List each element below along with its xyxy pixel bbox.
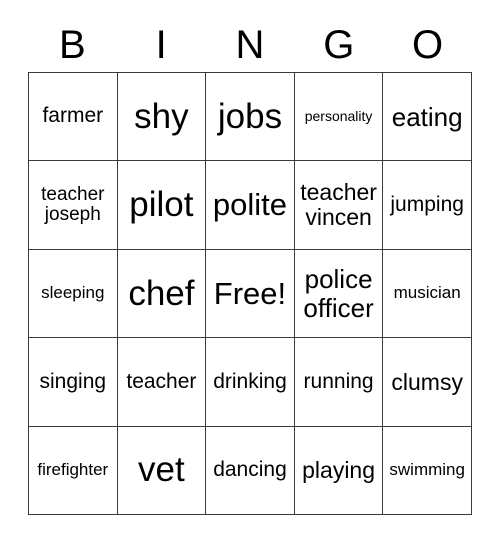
bingo-cell-o4[interactable]: clumsy bbox=[383, 338, 472, 427]
bingo-cell-label: dancing bbox=[213, 457, 287, 481]
bingo-cell-g4[interactable]: running bbox=[294, 338, 384, 427]
header-letter-g: G bbox=[323, 23, 355, 67]
bingo-cell-n1[interactable]: jobs bbox=[206, 73, 295, 162]
header-letter-b: B bbox=[59, 23, 86, 67]
bingo-cell-label: running bbox=[303, 369, 374, 393]
bingo-cell-label: teacher vincen bbox=[300, 179, 377, 231]
bingo-cell-i1[interactable]: shy bbox=[117, 73, 207, 162]
bingo-cell-b3[interactable]: sleeping bbox=[29, 249, 118, 339]
bingo-cell-g5[interactable]: playing bbox=[294, 426, 384, 516]
bingo-row: firefighter vet dancing playing swimming bbox=[29, 426, 472, 516]
bingo-cell-label: police officer bbox=[303, 264, 374, 323]
bingo-cell-label: pilot bbox=[129, 185, 194, 225]
bingo-cell-label: firefighter bbox=[37, 460, 109, 480]
bingo-cell-g2[interactable]: teacher vincen bbox=[294, 161, 384, 250]
bingo-cell-label: jobs bbox=[217, 96, 283, 136]
bingo-cell-n5[interactable]: dancing bbox=[206, 426, 295, 516]
bingo-cell-label: musician bbox=[393, 283, 461, 303]
bingo-cell-label: teacher joseph bbox=[41, 183, 105, 226]
bingo-cell-n4[interactable]: drinking bbox=[206, 338, 295, 427]
bingo-cell-b4[interactable]: singing bbox=[29, 338, 118, 427]
bingo-card: B I N G O farmer shy jobs personality ea… bbox=[0, 0, 500, 544]
bingo-cell-i3[interactable]: chef bbox=[117, 249, 207, 339]
bingo-cell-label: swimming bbox=[389, 460, 465, 480]
bingo-cell-b5[interactable]: firefighter bbox=[29, 426, 118, 516]
bingo-cell-o5[interactable]: swimming bbox=[383, 426, 472, 516]
bingo-cell-label: eating bbox=[391, 101, 463, 132]
bingo-row: teacher joseph pilot polite teacher vinc… bbox=[29, 161, 472, 250]
header-letter-n: N bbox=[235, 23, 265, 67]
bingo-cell-label: drinking bbox=[213, 369, 287, 393]
bingo-cell-i5[interactable]: vet bbox=[117, 426, 207, 516]
bingo-cell-label: vet bbox=[138, 450, 185, 490]
bingo-row: singing teacher drinking running clumsy bbox=[29, 338, 472, 427]
bingo-cell-o3[interactable]: musician bbox=[383, 249, 472, 339]
bingo-row: farmer shy jobs personality eating bbox=[29, 73, 472, 162]
bingo-cell-g3[interactable]: police officer bbox=[294, 249, 384, 339]
header-letter-o: O bbox=[412, 23, 444, 67]
free-space-label: Free! bbox=[213, 275, 287, 311]
bingo-grid: farmer shy jobs personality eating teach… bbox=[28, 72, 472, 516]
bingo-cell-label: shy bbox=[134, 96, 189, 136]
bingo-cell-n2[interactable]: polite bbox=[206, 161, 295, 250]
bingo-cell-label: teacher bbox=[126, 369, 197, 393]
bingo-cell-i2[interactable]: pilot bbox=[117, 161, 207, 250]
bingo-cell-label: jumping bbox=[390, 192, 464, 216]
bingo-cell-label: farmer bbox=[42, 104, 104, 128]
bingo-cell-b1[interactable]: farmer bbox=[29, 73, 118, 162]
bingo-cell-label: chef bbox=[128, 273, 195, 313]
bingo-cell-free-space[interactable]: Free! bbox=[206, 249, 295, 339]
bingo-row: sleeping chef Free! police officer music… bbox=[29, 249, 472, 339]
bingo-cell-label: personality bbox=[304, 108, 373, 125]
bingo-cell-i4[interactable]: teacher bbox=[117, 338, 207, 427]
bingo-cell-o2[interactable]: jumping bbox=[383, 161, 472, 250]
header-letter-i: I bbox=[155, 23, 167, 67]
bingo-cell-label: singing bbox=[39, 369, 107, 393]
bingo-cell-label: polite bbox=[212, 187, 288, 223]
bingo-cell-label: clumsy bbox=[391, 368, 463, 395]
bingo-cell-b2[interactable]: teacher joseph bbox=[29, 161, 118, 250]
bingo-cell-label: sleeping bbox=[41, 283, 105, 303]
bingo-cell-o1[interactable]: eating bbox=[383, 73, 472, 162]
bingo-header: B I N G O bbox=[28, 18, 472, 72]
bingo-cell-g1[interactable]: personality bbox=[294, 73, 384, 162]
bingo-cell-label: playing bbox=[302, 456, 376, 483]
